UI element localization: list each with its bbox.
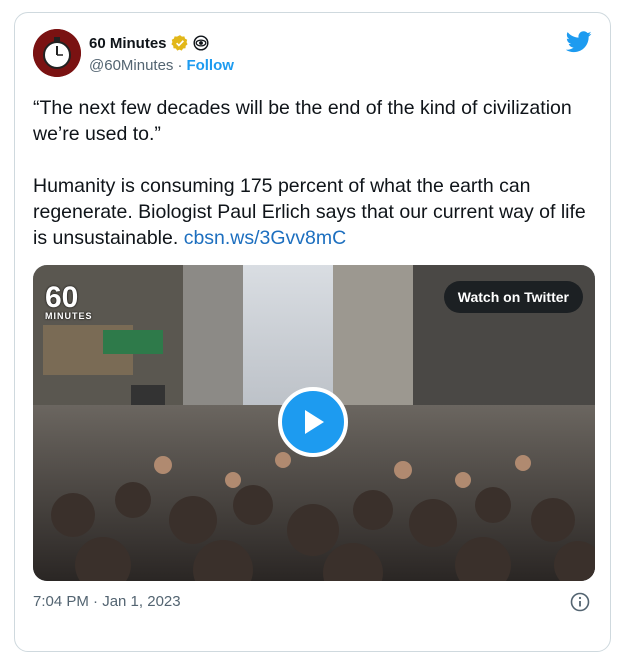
play-icon xyxy=(305,410,324,434)
logo-text: MINUTES xyxy=(45,311,93,321)
author-name-row: 60 Minutes xyxy=(89,34,209,52)
tweet-quote: “The next few decades will be the end of… xyxy=(33,97,572,145)
info-icon[interactable] xyxy=(570,592,590,612)
author-name[interactable]: 60 Minutes xyxy=(89,35,167,52)
verified-badge-icon xyxy=(170,35,188,51)
tweet-body-paragraph: Humanity is consuming 175 percent of wha… xyxy=(33,173,598,251)
tweet-text: “The next few decades will be the end of… xyxy=(33,95,598,251)
tweet-card[interactable]: 60 Minutes @60Minutes · Follow “The next… xyxy=(14,12,611,652)
video-thumbnail[interactable]: 60 MINUTES Watch on Twitter xyxy=(33,265,595,581)
stopwatch-icon xyxy=(33,29,81,77)
watch-on-twitter-button[interactable]: Watch on Twitter xyxy=(443,281,583,313)
cbs-eye-icon xyxy=(193,35,209,51)
tweet-link[interactable]: cbsn.ws/3Gvv8mC xyxy=(184,227,347,249)
logo-number: 60 xyxy=(45,281,79,314)
60-minutes-logo: 60 MINUTES xyxy=(45,281,93,321)
play-button[interactable] xyxy=(278,387,348,457)
author-handle[interactable]: @60Minutes xyxy=(89,57,173,74)
author-handle-row: @60Minutes · Follow xyxy=(89,57,234,74)
twitter-bird-icon[interactable] xyxy=(566,31,592,53)
follow-button[interactable]: Follow xyxy=(186,57,234,74)
tweet-timestamp[interactable]: 7:04 PM · Jan 1, 2023 xyxy=(33,593,181,610)
separator: · xyxy=(177,57,183,74)
avatar[interactable] xyxy=(33,29,81,77)
